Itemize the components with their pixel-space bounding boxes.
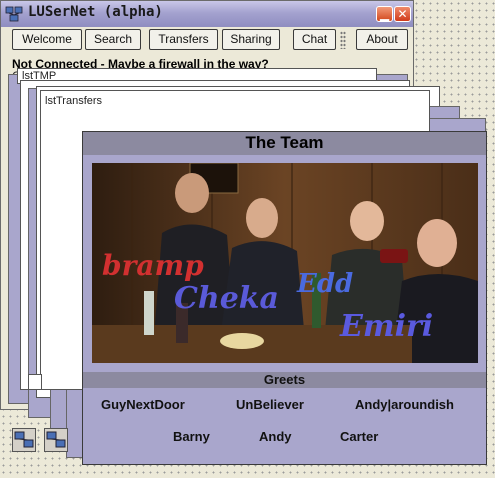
greet-name: Andy bbox=[259, 429, 292, 444]
welcome-button[interactable]: Welcome bbox=[12, 29, 82, 50]
team-title-bar: The Team bbox=[83, 132, 486, 155]
minimize-icon: ▁ bbox=[379, 7, 390, 21]
chat-button[interactable]: Chat bbox=[293, 29, 336, 50]
greet-name: Barny bbox=[173, 429, 210, 444]
team-photo: bramp Cheka Edd Emiri bbox=[92, 163, 478, 363]
close-icon: ✕ bbox=[397, 7, 408, 21]
greets-title: Greets bbox=[263, 372, 306, 387]
taskbar-button-2[interactable] bbox=[44, 428, 68, 452]
caption-edd: Edd bbox=[297, 269, 354, 299]
toolbar-grip[interactable] bbox=[340, 31, 346, 49]
sharing-button[interactable]: Sharing bbox=[222, 29, 280, 50]
search-button[interactable]: Search bbox=[85, 29, 141, 50]
network-icon bbox=[14, 431, 34, 448]
greet-name: UnBeliever bbox=[236, 397, 304, 412]
caption-bramp: bramp bbox=[102, 249, 204, 282]
window-title: LUSerNet (alpha) bbox=[28, 4, 163, 20]
transfers-button[interactable]: Transfers bbox=[149, 29, 218, 50]
taskbar-button-1[interactable] bbox=[12, 428, 36, 452]
greet-name: Carter bbox=[340, 429, 379, 444]
minimize-button[interactable]: ▁ bbox=[376, 6, 393, 22]
list-transfers-label: lstTransfers bbox=[45, 95, 103, 107]
network-icon bbox=[5, 6, 23, 22]
greets-bar: Greets bbox=[83, 372, 486, 388]
caption-emiri: Emiri bbox=[340, 309, 434, 344]
caption-cheka: Cheka bbox=[174, 281, 279, 316]
team-panel: The Team bramp Cheka Edd Emiri Greets Gu… bbox=[82, 131, 487, 465]
scroll-stub[interactable] bbox=[28, 374, 42, 390]
close-button[interactable]: ✕ bbox=[394, 6, 411, 22]
team-title: The Team bbox=[245, 133, 324, 152]
greet-name: Andy|aroundish bbox=[355, 397, 454, 412]
greet-name: GuyNextDoor bbox=[101, 397, 185, 412]
network-icon bbox=[46, 431, 66, 448]
about-button[interactable]: About bbox=[356, 29, 408, 50]
title-bar[interactable]: LUSerNet (alpha) ▁ ✕ bbox=[1, 1, 413, 27]
